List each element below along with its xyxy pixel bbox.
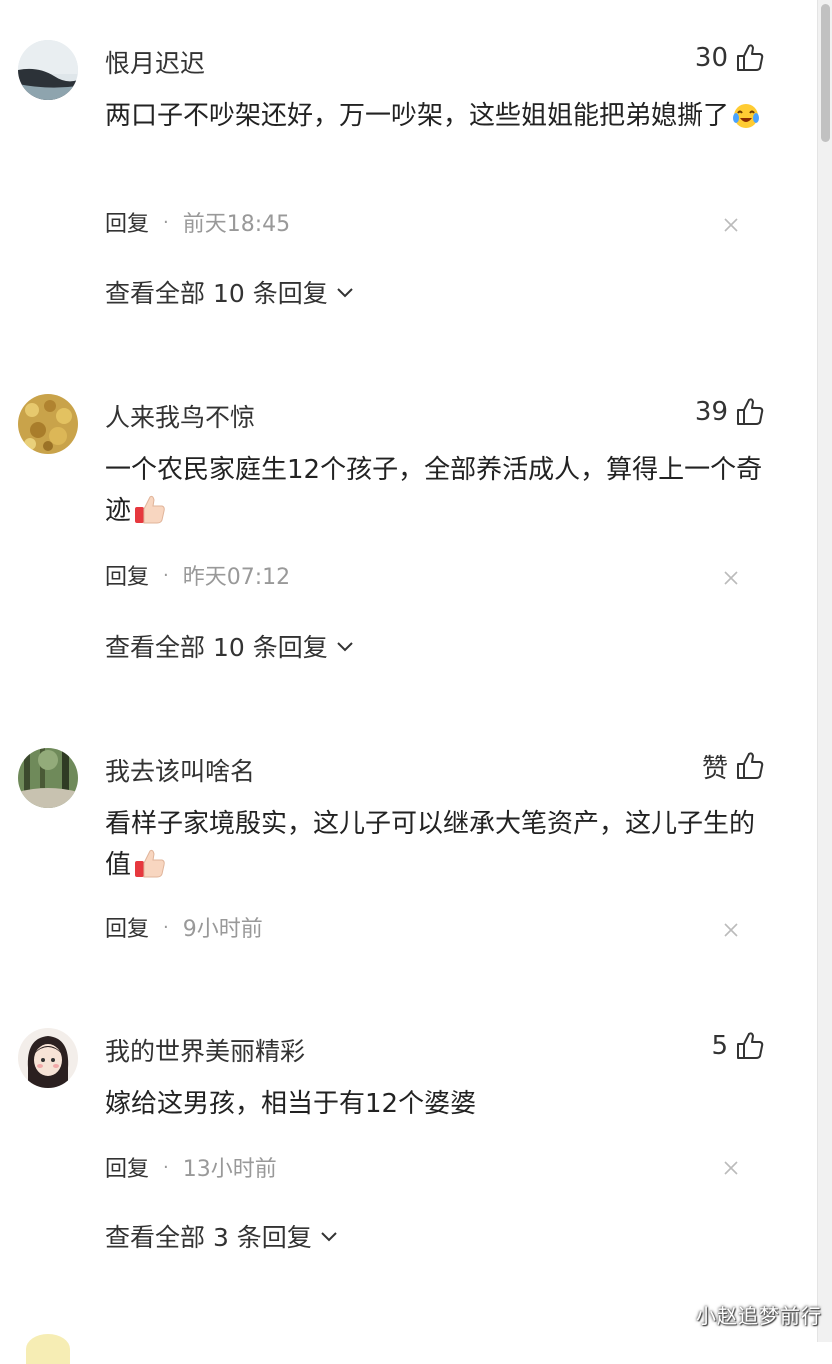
avatar[interactable] — [18, 1028, 78, 1088]
like-count: 30 — [694, 43, 728, 73]
username[interactable]: 人来我鸟不惊 — [105, 398, 255, 434]
close-icon[interactable] — [722, 569, 740, 587]
reply-button[interactable]: 回复 — [105, 206, 149, 238]
timestamp: 昨天07:12 — [182, 565, 291, 590]
chevron-down-icon — [337, 642, 353, 652]
separator: · — [163, 1156, 169, 1178]
reply-button[interactable]: 回复 — [105, 559, 149, 591]
view-replies-link[interactable]: 查看全部 3 条回复 — [105, 1219, 338, 1253]
close-icon[interactable] — [722, 216, 740, 234]
comment-meta: 回复 · 昨天07:12 — [105, 559, 291, 591]
comment-text: 看样子家境殷实，这儿子可以继承大笔资产，这儿子生的值 — [105, 809, 756, 880]
timestamp: 9小时前 — [182, 917, 263, 942]
scrollbar[interactable] — [817, 0, 832, 1342]
thumbs-up-icon — [737, 752, 764, 779]
username[interactable]: 恨月迟迟 — [105, 44, 205, 80]
reply-button[interactable]: 回复 — [105, 1151, 149, 1183]
like-label: 赞 — [701, 753, 728, 784]
close-icon[interactable] — [722, 921, 740, 939]
laughing-crying-emoji — [733, 104, 760, 128]
close-icon[interactable] — [722, 1159, 740, 1177]
like-button[interactable]: 5 — [711, 1029, 766, 1063]
thumbs-up-icon — [737, 398, 764, 425]
comment-text: 两口子不吵架还好，万一吵架，这些姐姐能把弟媳撕了 — [105, 96, 765, 137]
avatar[interactable] — [18, 748, 78, 808]
chevron-down-icon — [337, 288, 353, 298]
timestamp: 前天18:45 — [182, 212, 291, 237]
separator: · — [163, 916, 169, 938]
avatar[interactable] — [26, 1334, 70, 1364]
like-count: 5 — [711, 1031, 728, 1061]
thumbs-up-emoji — [135, 495, 165, 524]
chevron-down-icon — [321, 1232, 337, 1242]
avatar[interactable] — [18, 394, 78, 454]
scrollbar-thumb[interactable] — [821, 4, 830, 142]
separator: · — [163, 211, 169, 233]
view-replies-link[interactable]: 查看全部 10 条回复 — [105, 629, 354, 663]
watermark: 小赵追梦前行 — [696, 1304, 822, 1328]
view-replies-label: 查看全部 3 条回复 — [105, 1223, 312, 1252]
timestamp: 13小时前 — [182, 1157, 277, 1182]
avatar[interactable] — [18, 40, 78, 100]
like-button[interactable]: 39 — [695, 395, 766, 429]
comment-text: 一个农民家庭生12个孩子，全部养活成人，算得上一个奇迹 — [105, 455, 763, 526]
like-count: 39 — [694, 397, 728, 427]
view-replies-label: 查看全部 10 条回复 — [105, 279, 328, 308]
like-button[interactable]: 赞 — [701, 749, 766, 784]
thumbs-up-emoji — [135, 849, 165, 878]
thumbs-up-icon — [737, 44, 764, 71]
comment-text: 嫁给这男孩，相当于有12个婆婆 — [105, 1089, 477, 1119]
username[interactable]: 我的世界美丽精彩 — [105, 1032, 305, 1068]
thumbs-up-icon — [737, 1032, 764, 1059]
view-replies-label: 查看全部 10 条回复 — [105, 633, 328, 662]
comment-meta: 回复 · 9小时前 — [105, 911, 263, 943]
view-replies-link[interactable]: 查看全部 10 条回复 — [105, 275, 354, 309]
separator: · — [163, 564, 169, 586]
comment-meta: 回复 · 13小时前 — [105, 1151, 277, 1183]
reply-button[interactable]: 回复 — [105, 911, 149, 943]
username[interactable]: 我去该叫啥名 — [105, 752, 255, 788]
comment-meta: 回复 · 前天18:45 — [105, 206, 291, 238]
like-button[interactable]: 30 — [695, 41, 766, 75]
